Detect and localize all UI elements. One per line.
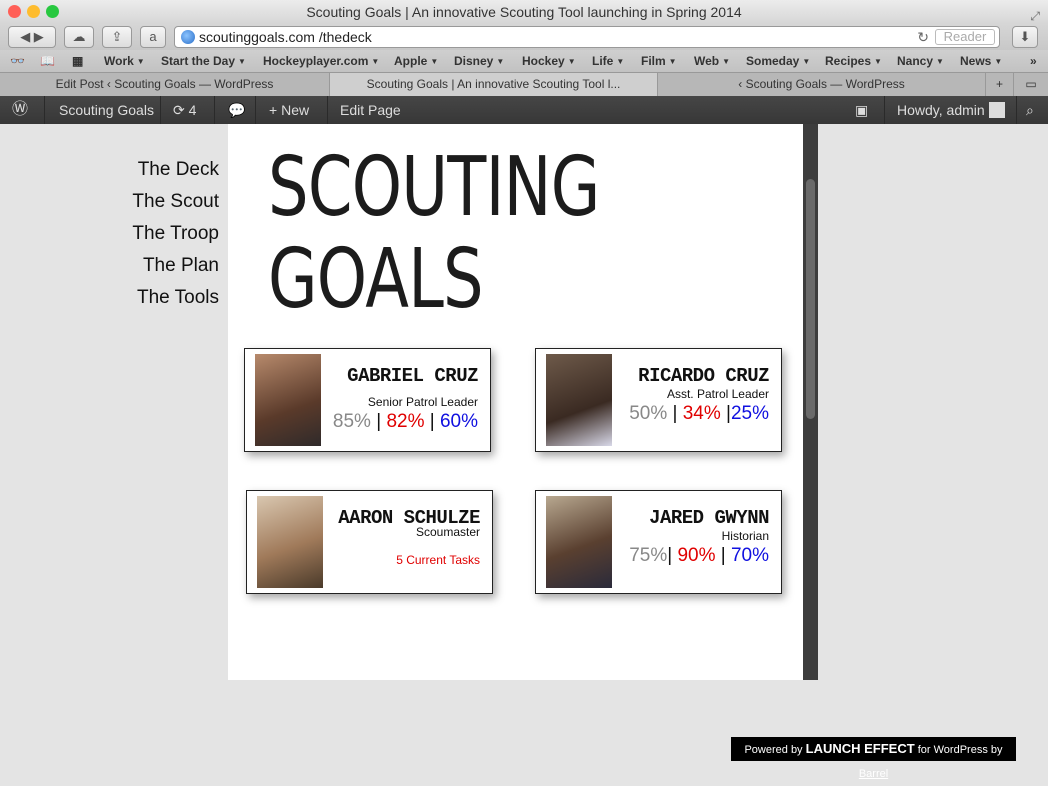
scout-name: RICARDO CRUZ — [638, 365, 769, 387]
scout-name: JARED GWYNN — [649, 507, 769, 529]
scout-stats: 75%| 90% | 70% — [629, 545, 769, 566]
downloads-icon[interactable]: ⬇ — [1012, 26, 1038, 48]
main-content: SCOUTING GOALS GABRIEL CRUZ Senior Patro… — [228, 124, 803, 680]
scout-card-aaron[interactable]: AARON SCHULZE Scoumaster 5 Current Tasks — [246, 490, 493, 594]
search-icon[interactable]: ⌕ — [1026, 96, 1034, 124]
bookmark-work[interactable]: Work ▼ — [104, 53, 145, 70]
window-title: Scouting Goals | An innovative Scouting … — [306, 4, 742, 20]
avatar — [546, 354, 612, 446]
nav-the-tools[interactable]: The Tools — [132, 282, 219, 314]
reader-button[interactable]: Reader — [935, 29, 995, 45]
refresh-icon: ⟳ — [173, 102, 185, 118]
comments-icon[interactable]: 💬 — [228, 96, 245, 124]
bookmark-recipes[interactable]: Recipes ▼ — [825, 53, 882, 70]
bookmark-film[interactable]: Film ▼ — [641, 53, 677, 70]
bookmark-someday[interactable]: Someday ▼ — [746, 53, 810, 70]
share-icon[interactable]: ⇪ — [102, 26, 132, 48]
scout-card-ricardo[interactable]: RICARDO CRUZ Asst. Patrol Leader 50% | 3… — [535, 348, 782, 452]
scrollbar-thumb[interactable] — [806, 179, 815, 419]
edit-page-link[interactable]: Edit Page — [340, 96, 401, 124]
site-name-link[interactable]: Scouting Goals — [59, 96, 154, 124]
scout-name: GABRIEL CRUZ — [347, 365, 478, 387]
tab-bar: Edit Post ‹ Scouting Goals — WordPress S… — [0, 72, 1048, 96]
url-text: scoutinggoals.com /thedeck — [199, 29, 372, 45]
bookmark-life[interactable]: Life ▼ — [592, 53, 624, 70]
reload-icon[interactable]: ↻ — [917, 27, 929, 47]
nav-the-troop[interactable]: The Troop — [132, 218, 219, 250]
browser-toolbar: ◀ ▶ ☁ ⇪ a scoutinggoals.com /thedeck ↻ R… — [0, 24, 1048, 50]
updates-link[interactable]: ⟳ 4 — [173, 96, 196, 124]
page-title: SCOUTING GOALS — [268, 140, 600, 327]
wordpress-logo-icon[interactable]: Ⓦ — [12, 96, 28, 124]
new-tab-icon[interactable]: + — [986, 73, 1014, 96]
bookmarks-bar: 👓 📖 ▦ Work ▼ Start the Day ▼ Hockeyplayer.… — [0, 50, 1048, 72]
scout-stats: 85% | 82% | 60% — [332, 411, 478, 432]
window-controls — [8, 5, 59, 18]
notifications-icon[interactable]: ▣ — [855, 96, 868, 124]
top-sites-icon[interactable]: ▦ — [72, 53, 83, 69]
bookmark-nancy[interactable]: Nancy ▼ — [897, 53, 944, 70]
nav-the-scout[interactable]: The Scout — [132, 186, 219, 218]
bookmark-apple[interactable]: Apple ▼ — [394, 53, 438, 70]
scout-role: Scoumaster — [415, 525, 480, 539]
title-bar: Scouting Goals | An innovative Scouting … — [0, 0, 1048, 24]
bookmark-web[interactable]: Web ▼ — [694, 53, 730, 70]
current-tasks-link[interactable]: 5 Current Tasks — [396, 553, 480, 567]
new-link[interactable]: + New — [269, 96, 309, 124]
bookmark-news[interactable]: News ▼ — [960, 53, 1002, 70]
scout-role: Asst. Patrol Leader — [666, 387, 769, 401]
wp-admin-bar: Ⓦ Scouting Goals ⟳ 4 💬 + New Edit Page ▣… — [0, 96, 1048, 124]
tab-wordpress[interactable]: ‹ Scouting Goals — WordPress — [658, 73, 986, 96]
footer-credit: Powered by LAUNCH EFFECT for WordPress b… — [731, 737, 1016, 780]
bookmark-hockeyplayer[interactable]: Hockeyplayer.com ▼ — [263, 53, 379, 70]
scrollbar[interactable] — [803, 124, 818, 680]
scout-stats: 50% | 34% |25% — [629, 403, 769, 424]
icloud-icon[interactable]: ☁ — [64, 26, 94, 48]
bookmark-hockey[interactable]: Hockey ▼ — [522, 53, 576, 70]
tab-edit-post[interactable]: Edit Post ‹ Scouting Goals — WordPress — [0, 73, 330, 96]
browser-window: Scouting Goals | An innovative Scouting … — [0, 0, 1048, 780]
zoom-button[interactable] — [46, 5, 59, 18]
address-bar[interactable]: scoutinggoals.com /thedeck ↻ Reader — [174, 26, 1000, 48]
tab-overview-icon[interactable]: ▭ — [1014, 73, 1048, 96]
nav-the-plan[interactable]: The Plan — [132, 250, 219, 282]
user-avatar-icon — [988, 102, 1005, 118]
bookmarks-icon[interactable]: 📖 — [40, 53, 55, 69]
minimize-button[interactable] — [27, 5, 40, 18]
plus-icon: + — [269, 102, 278, 118]
page-viewport: The Deck The Scout The Troop The Plan Th… — [0, 124, 1048, 780]
howdy-link[interactable]: Howdy, admin — [897, 96, 1005, 124]
close-button[interactable] — [8, 5, 21, 18]
reading-list-icon[interactable]: 👓 — [10, 53, 25, 69]
back-forward-buttons[interactable]: ◀ ▶ — [8, 26, 56, 48]
barrel-link[interactable]: Barrel — [859, 768, 888, 780]
globe-icon — [181, 30, 195, 44]
bookmark-disney[interactable]: Disney ▼ — [454, 53, 504, 70]
amazon-icon[interactable]: a — [140, 26, 166, 48]
more-bookmarks-icon[interactable]: » — [1030, 53, 1037, 69]
scout-role: Senior Patrol Leader — [367, 395, 478, 409]
avatar — [546, 496, 612, 588]
tab-scouting-goals[interactable]: Scouting Goals | An innovative Scouting … — [330, 73, 658, 96]
site-nav: The Deck The Scout The Troop The Plan Th… — [132, 154, 219, 314]
scout-role: Historian — [721, 529, 769, 543]
scout-card-jared[interactable]: JARED GWYNN Historian 75%| 90% | 70% — [535, 490, 782, 594]
bookmark-start-the-day[interactable]: Start the Day ▼ — [161, 53, 246, 70]
scout-card-gabriel[interactable]: GABRIEL CRUZ Senior Patrol Leader 85% | … — [244, 348, 491, 452]
avatar — [257, 496, 323, 588]
avatar — [255, 354, 321, 446]
nav-the-deck[interactable]: The Deck — [132, 154, 219, 186]
